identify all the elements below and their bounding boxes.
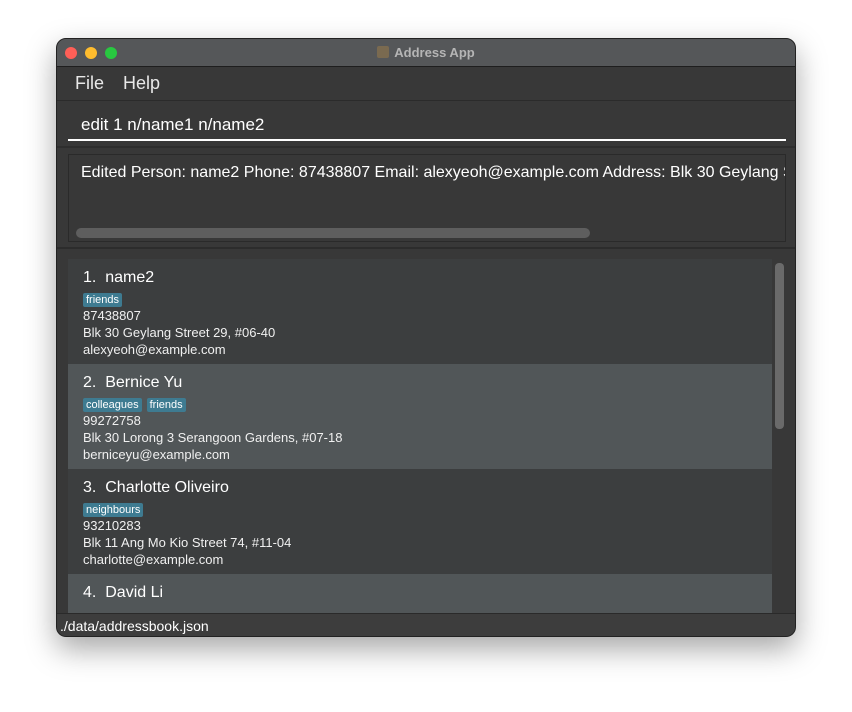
tag-list: neighbours [83, 500, 757, 517]
person-name-text: Bernice Yu [105, 374, 183, 391]
command-box [57, 101, 795, 148]
person-email: charlotte@example.com [83, 552, 224, 567]
tag: friends [146, 398, 186, 412]
person-list: 1. name2 friends 87438807 Blk 30 Geylang St… [68, 259, 772, 613]
tag: colleagues [83, 398, 142, 412]
person-phone: 87438807 [83, 308, 141, 323]
tag-list: colleagues friends [83, 395, 757, 412]
tag-list: friends [83, 290, 757, 307]
app-icon [377, 46, 390, 58]
result-display: Edited Person: name2 Phone: 87438807 Ema… [68, 154, 786, 242]
title-bar: Address App [57, 39, 795, 67]
person-email: berniceyu@example.com [83, 447, 230, 462]
vertical-scrollbar[interactable] [775, 263, 784, 429]
person-address: Blk 11 Ang Mo Kio Street 74, #11-04 [83, 535, 292, 550]
person-card[interactable]: 2. Bernice Yu colleagues friends 99272758 Bl… [68, 364, 772, 469]
result-text: Edited Person: name2 Phone: 87438807 Ema… [81, 164, 785, 181]
person-email: alexyeoh@example.com [83, 342, 226, 357]
person-card[interactable]: 1. name2 friends 87438807 Blk 30 Geylang St… [68, 259, 772, 364]
person-name-text: name2 [105, 269, 155, 286]
app-window: Address App File Help Edited Person: nam… [56, 38, 796, 637]
save-location: ./data/addressbook.json [60, 618, 209, 634]
person-name: 1. name2 [83, 269, 757, 287]
menu-bar: File Help [57, 67, 795, 101]
person-index: 3. [83, 479, 97, 496]
person-name-text: Charlotte Oliveiro [105, 479, 229, 496]
divider [57, 247, 795, 249]
person-name: 4. David Li [83, 584, 757, 602]
menu-file[interactable]: File [75, 73, 104, 94]
menu-help[interactable]: Help [123, 73, 160, 94]
person-card[interactable]: 4. David Li [68, 574, 772, 613]
tag: friends [83, 293, 123, 307]
person-address: Blk 30 Geylang Street 29, #06-40 [83, 325, 276, 340]
person-index: 2. [83, 374, 97, 391]
status-bar: ./data/addressbook.json [57, 613, 795, 636]
person-phone: 99272758 [83, 413, 141, 428]
person-card[interactable]: 3. Charlotte Oliveiro neighbours 93210283 B… [68, 469, 772, 574]
horizontal-scrollbar[interactable] [76, 228, 590, 238]
person-index: 1. [83, 269, 97, 286]
window-title: Address App [57, 45, 795, 60]
tag-list [83, 605, 757, 613]
command-input[interactable] [68, 111, 786, 141]
person-name: 3. Charlotte Oliveiro [83, 479, 757, 497]
window-title-text: Address App [394, 45, 475, 60]
person-name: 2. Bernice Yu [83, 374, 757, 392]
person-name-text: David Li [105, 584, 164, 601]
person-index: 4. [83, 584, 97, 601]
person-phone: 93210283 [83, 518, 141, 533]
person-address: Blk 30 Lorong 3 Serangoon Gardens, #07-1… [83, 430, 343, 445]
tag: neighbours [83, 503, 144, 517]
